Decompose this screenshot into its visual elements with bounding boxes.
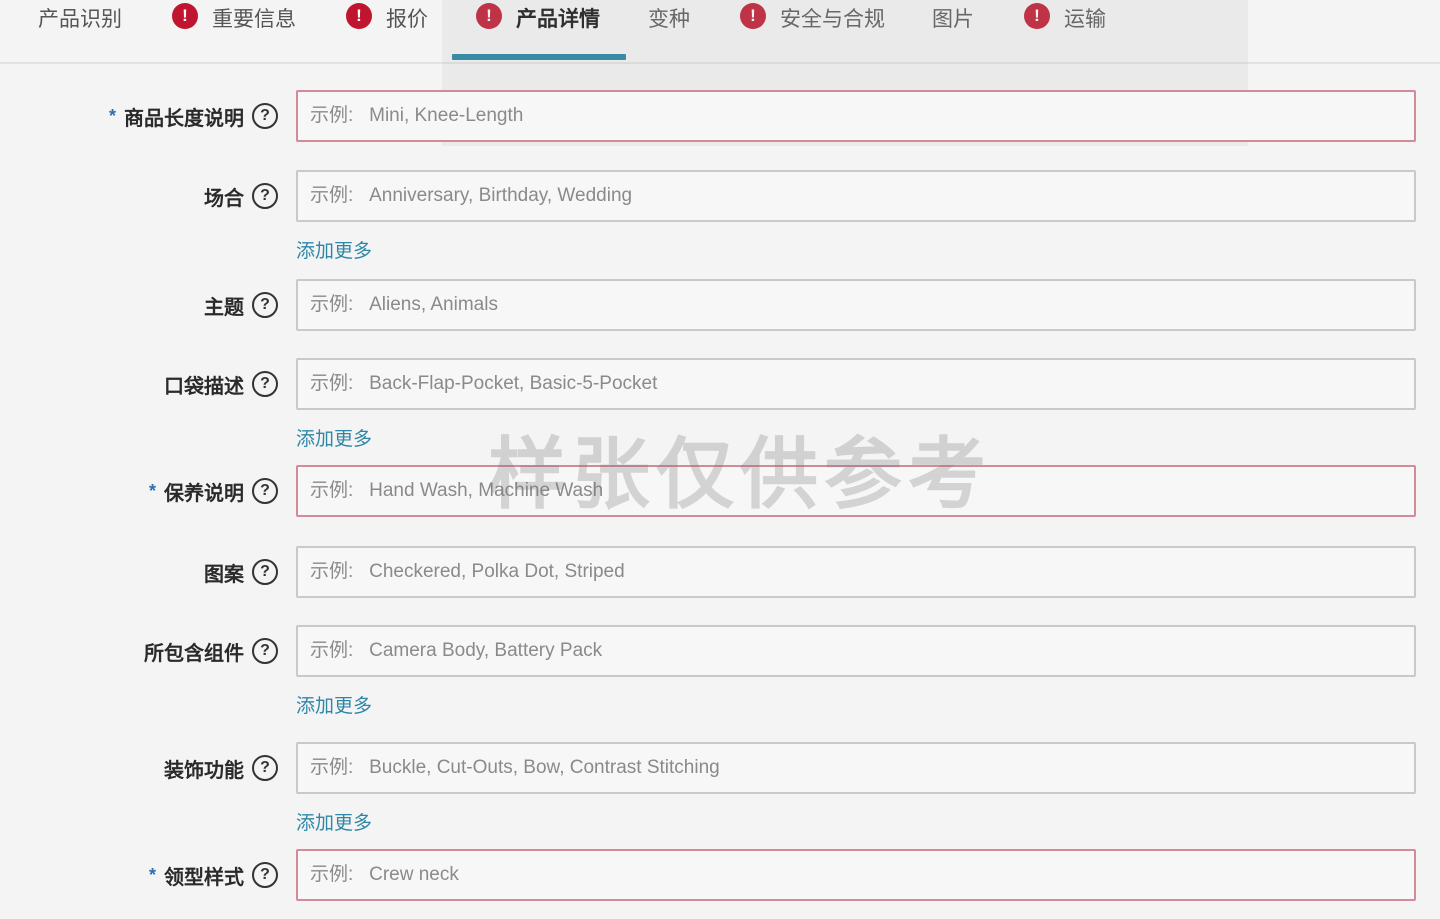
tab-shipping[interactable]: ! 运输 — [1024, 0, 1106, 62]
label-text: 装饰功能 — [164, 759, 244, 782]
pocket-description-input[interactable] — [296, 358, 1416, 410]
tab-product-identity[interactable]: 产品识别 — [38, 0, 122, 62]
theme-input[interactable] — [296, 279, 1416, 331]
tab-label: 图片 — [932, 8, 974, 31]
field-label-occasion: 场合 ? — [204, 181, 278, 211]
alert-icon: ! — [1024, 3, 1050, 29]
alert-icon: ! — [476, 3, 502, 29]
tab-safety-compliance[interactable]: ! 安全与合规 — [740, 0, 885, 62]
help-icon[interactable]: ? — [252, 755, 278, 781]
help-icon[interactable]: ? — [252, 103, 278, 129]
label-text: 保养说明 — [164, 482, 244, 505]
alert-icon: ! — [346, 3, 372, 29]
occasion-input[interactable] — [296, 170, 1416, 222]
care-instructions-input[interactable] — [296, 465, 1416, 517]
tab-label: 产品详情 — [516, 8, 600, 31]
help-icon[interactable]: ? — [252, 862, 278, 888]
item-length-description-input[interactable] — [296, 90, 1416, 142]
included-components-input[interactable] — [296, 625, 1416, 677]
pattern-input[interactable] — [296, 546, 1416, 598]
required-marker: * — [148, 864, 156, 885]
add-more-components-link[interactable]: 添加更多 — [296, 691, 372, 717]
tab-label: 重要信息 — [212, 8, 296, 31]
tab-bar: 产品识别 ! 重要信息 ! 报价 ! 产品详情 变种 ! 安全与合规 图片 ! … — [0, 0, 1440, 64]
label-text: 商品长度说明 — [124, 107, 244, 130]
field-label-pocket-description: 口袋描述 ? — [164, 369, 278, 399]
label-text: 口袋描述 — [164, 375, 244, 398]
help-icon[interactable]: ? — [252, 371, 278, 397]
neck-style-input[interactable] — [296, 849, 1416, 901]
help-icon[interactable]: ? — [252, 183, 278, 209]
active-tab-indicator — [452, 54, 626, 60]
field-label-pattern: 图案 ? — [204, 557, 278, 587]
tab-label: 报价 — [386, 8, 428, 31]
tab-variations[interactable]: 变种 — [648, 0, 690, 62]
decoration-features-input[interactable] — [296, 742, 1416, 794]
field-label-included-components: 所包含组件 ? — [144, 636, 278, 666]
help-icon[interactable]: ? — [252, 559, 278, 585]
tab-label: 运输 — [1064, 8, 1106, 31]
label-text: 主题 — [204, 296, 244, 319]
help-icon[interactable]: ? — [252, 292, 278, 318]
tab-images[interactable]: 图片 — [932, 0, 974, 62]
field-label-care-instructions: * 保养说明 ? — [149, 476, 278, 506]
add-more-pocket-link[interactable]: 添加更多 — [296, 424, 372, 450]
tab-vital-info[interactable]: ! 重要信息 — [172, 0, 296, 62]
tab-label: 变种 — [648, 8, 690, 31]
field-label-decoration-features: 装饰功能 ? — [164, 753, 278, 783]
add-more-decoration-link[interactable]: 添加更多 — [296, 808, 372, 834]
required-marker: * — [148, 480, 156, 501]
tab-label: 产品识别 — [38, 8, 122, 31]
field-label-item-length-description: * 商品长度说明 ? — [109, 101, 278, 131]
help-icon[interactable]: ? — [252, 478, 278, 504]
help-icon[interactable]: ? — [252, 638, 278, 664]
field-label-neck-style: * 领型样式 ? — [149, 860, 278, 890]
product-details-form-page: 产品识别 ! 重要信息 ! 报价 ! 产品详情 变种 ! 安全与合规 图片 ! … — [0, 0, 1440, 919]
tab-offer[interactable]: ! 报价 — [346, 0, 428, 62]
field-label-theme: 主题 ? — [204, 290, 278, 320]
label-text: 场合 — [204, 187, 244, 210]
required-marker: * — [108, 105, 116, 126]
label-text: 所包含组件 — [144, 642, 244, 665]
alert-icon: ! — [172, 3, 198, 29]
label-text: 领型样式 — [164, 866, 244, 889]
add-more-occasion-link[interactable]: 添加更多 — [296, 236, 372, 262]
tab-product-details[interactable]: ! 产品详情 — [476, 0, 600, 62]
tab-label: 安全与合规 — [780, 8, 885, 31]
label-text: 图案 — [204, 563, 244, 586]
alert-icon: ! — [740, 3, 766, 29]
